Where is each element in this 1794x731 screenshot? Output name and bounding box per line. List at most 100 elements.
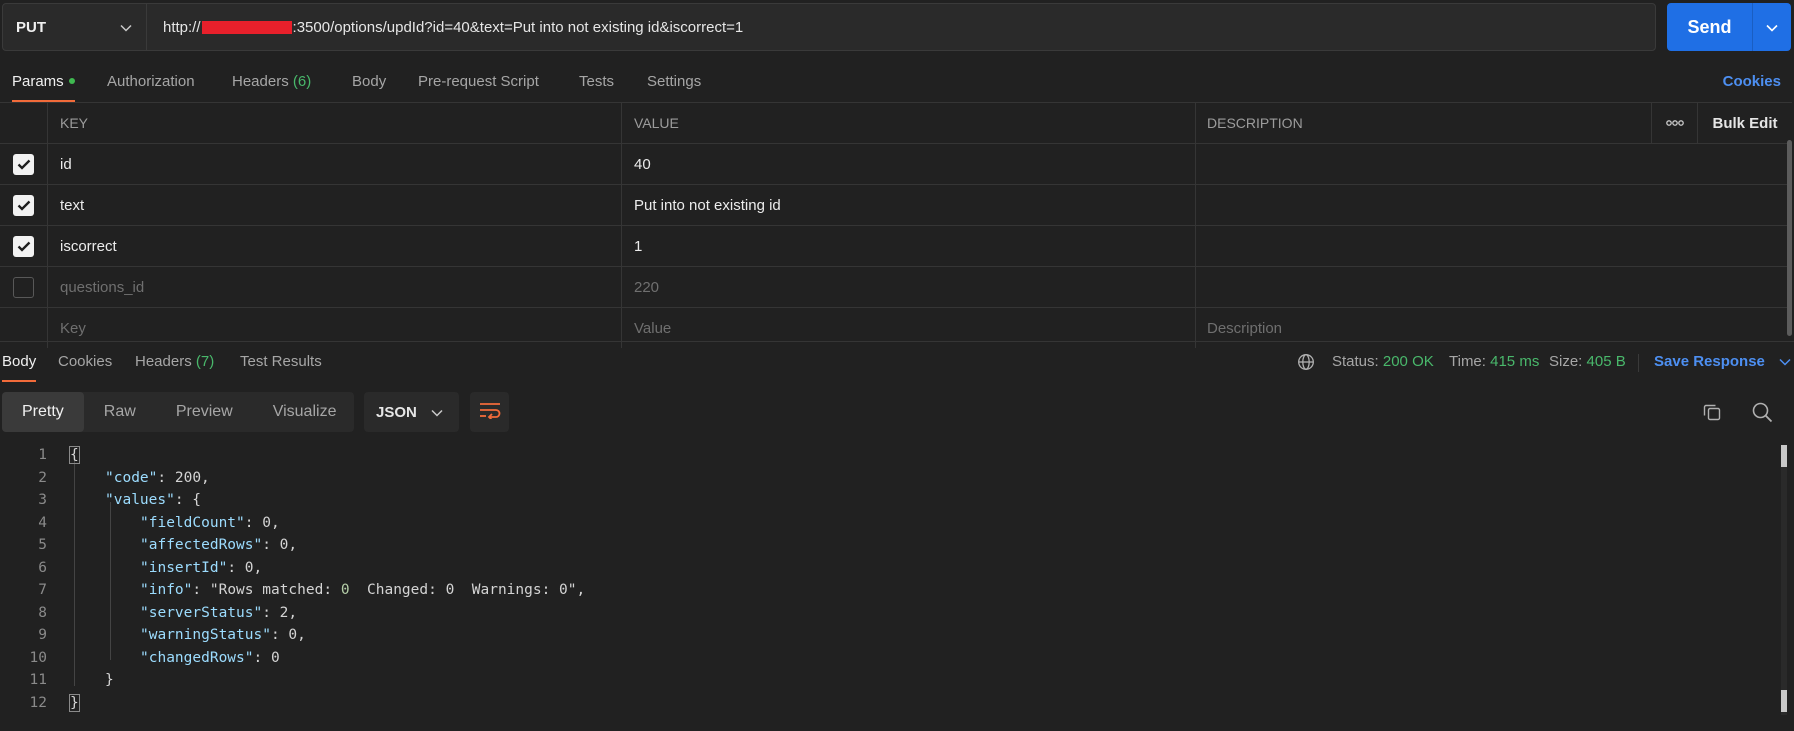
code-line: 3 "values": {	[0, 489, 1780, 512]
param-key[interactable]: text	[47, 185, 621, 225]
line-number: 2	[38, 469, 47, 486]
tab-response-body[interactable]: Body	[2, 342, 37, 382]
param-description[interactable]	[1195, 226, 1651, 266]
param-key[interactable]: id	[47, 144, 621, 184]
response-scroll-marker	[1781, 690, 1787, 712]
response-body-editor[interactable]: 1{ 2 "code": 200, 3 "values": { 4 "fieldCount"…	[0, 444, 1780, 714]
tab-headers[interactable]: Headers (6)	[232, 62, 311, 102]
search-icon[interactable]	[1750, 400, 1774, 424]
param-checkbox[interactable]	[13, 235, 34, 257]
wrap-lines-button[interactable]	[470, 392, 509, 432]
line-number: 3	[38, 492, 47, 508]
code-text: "serverStatus": 2,	[140, 604, 298, 621]
cookies-link[interactable]: Cookies	[1723, 62, 1781, 102]
param-description[interactable]	[1195, 267, 1651, 307]
mode-preview[interactable]: Preview	[156, 392, 253, 432]
param-key[interactable]: iscorrect	[47, 226, 621, 266]
tab-pre-request-script[interactable]: Pre-request Script	[418, 62, 539, 102]
time-value: 415 ms	[1490, 353, 1540, 370]
tab-response-headers[interactable]: Headers (7)	[135, 342, 214, 382]
response-bar: Body Cookies Headers (7) Test Results St…	[0, 341, 1794, 382]
param-value[interactable]: 220	[621, 267, 1195, 307]
params-header-row: KEY VALUE DESCRIPTION Bulk Edit	[0, 102, 1792, 143]
tab-settings[interactable]: Settings	[647, 62, 701, 102]
size-value: 405 B	[1586, 353, 1626, 370]
code-text: "code": 200,	[105, 469, 210, 486]
line-number: 12	[29, 694, 47, 711]
line-number: 10	[29, 649, 47, 666]
param-value[interactable]: 1	[621, 226, 1195, 266]
table-row: questions_id 220	[0, 266, 1792, 307]
mode-raw[interactable]: Raw	[84, 392, 156, 432]
tab-params[interactable]: Params	[12, 62, 75, 102]
format-mode-selector: Pretty Raw Preview Visualize	[2, 392, 354, 432]
mode-pretty[interactable]: Pretty	[2, 392, 84, 432]
checkmark-icon	[17, 241, 30, 252]
language-dropdown[interactable]: JSON	[364, 392, 459, 432]
tab-authorization[interactable]: Authorization	[107, 62, 195, 102]
line-number: 8	[38, 604, 47, 621]
code-text: }	[105, 672, 114, 688]
url-input[interactable]: http:// :3500/options/updId?id=40&text=Pu…	[147, 4, 1655, 50]
checkmark-icon	[17, 159, 30, 170]
param-checkbox[interactable]	[13, 153, 34, 175]
globe-icon[interactable]	[1297, 342, 1315, 382]
param-checkbox[interactable]	[13, 276, 34, 298]
copy-icon[interactable]	[1700, 400, 1724, 424]
line-number: 1	[38, 447, 47, 463]
param-checkbox[interactable]	[13, 194, 34, 216]
url-suffix: :3500/options/updId?id=40&text=Put into …	[292, 18, 744, 36]
param-description[interactable]	[1195, 144, 1651, 184]
table-row: id 40	[0, 143, 1792, 184]
method-dropdown[interactable]: PUT	[3, 4, 147, 50]
value-column-header: VALUE	[621, 103, 1195, 143]
response-scroll-track[interactable]	[1781, 445, 1787, 715]
code-line: 11}	[0, 669, 1780, 692]
code-line: 6 "insertId": 0,	[0, 557, 1780, 580]
params-active-dot	[68, 78, 75, 85]
param-value[interactable]: 40	[621, 144, 1195, 184]
code-text: "info": "Rows matched: 0 Changed: 0 Warn…	[140, 582, 586, 598]
redacted-host	[201, 20, 292, 34]
wrap-lines-icon	[479, 401, 501, 423]
chevron-down-icon	[120, 19, 132, 36]
send-options-button[interactable]	[1753, 3, 1791, 51]
divider	[1638, 354, 1639, 372]
status-value: 200 OK	[1382, 353, 1434, 370]
tab-response-cookies[interactable]: Cookies	[58, 342, 112, 382]
line-number: 6	[38, 559, 47, 576]
param-description[interactable]	[1195, 185, 1651, 225]
tab-tests[interactable]: Tests	[579, 62, 614, 102]
code-text: "warningStatus": 0,	[140, 627, 306, 643]
response-scroll-thumb[interactable]	[1781, 445, 1787, 467]
tab-test-results[interactable]: Test Results	[240, 342, 322, 382]
checkmark-icon	[17, 200, 30, 211]
tab-body[interactable]: Body	[352, 62, 386, 102]
table-row: text Put into not existing id	[0, 184, 1792, 225]
code-line: 1{	[0, 444, 1780, 467]
save-response-button[interactable]: Save Response	[1654, 342, 1791, 382]
bulk-edit-button[interactable]: Bulk Edit	[1697, 103, 1792, 143]
language-label: JSON	[376, 403, 417, 421]
mode-visualize[interactable]: Visualize	[253, 392, 357, 432]
code-line: 4 "fieldCount": 0,	[0, 512, 1780, 535]
time-text: Time: 415 ms	[1449, 353, 1540, 370]
param-key[interactable]: questions_id	[47, 267, 621, 307]
method-label: PUT	[16, 18, 46, 36]
status-text: Status: 200 OK	[1332, 353, 1434, 370]
url-prefix: http://	[163, 18, 201, 36]
table-row: iscorrect 1	[0, 225, 1792, 266]
code-text: "fieldCount": 0,	[140, 514, 280, 531]
key-column-header: KEY	[47, 103, 621, 143]
request-tabs: Params Authorization Headers (6) Body Pr…	[0, 62, 1794, 102]
send-button-group: Send	[1667, 3, 1791, 51]
send-button[interactable]: Send	[1667, 3, 1753, 51]
code-text: "values": {	[105, 492, 202, 508]
size-text: Size: 405 B	[1549, 353, 1626, 370]
line-number: 11	[29, 672, 47, 688]
param-value[interactable]: Put into not existing id	[621, 185, 1195, 225]
more-options-icon[interactable]	[1651, 103, 1697, 143]
code-line: 5 "affectedRows": 0,	[0, 534, 1780, 557]
params-scrollbar[interactable]	[1787, 140, 1792, 336]
code-text: "affectedRows": 0,	[140, 537, 298, 553]
